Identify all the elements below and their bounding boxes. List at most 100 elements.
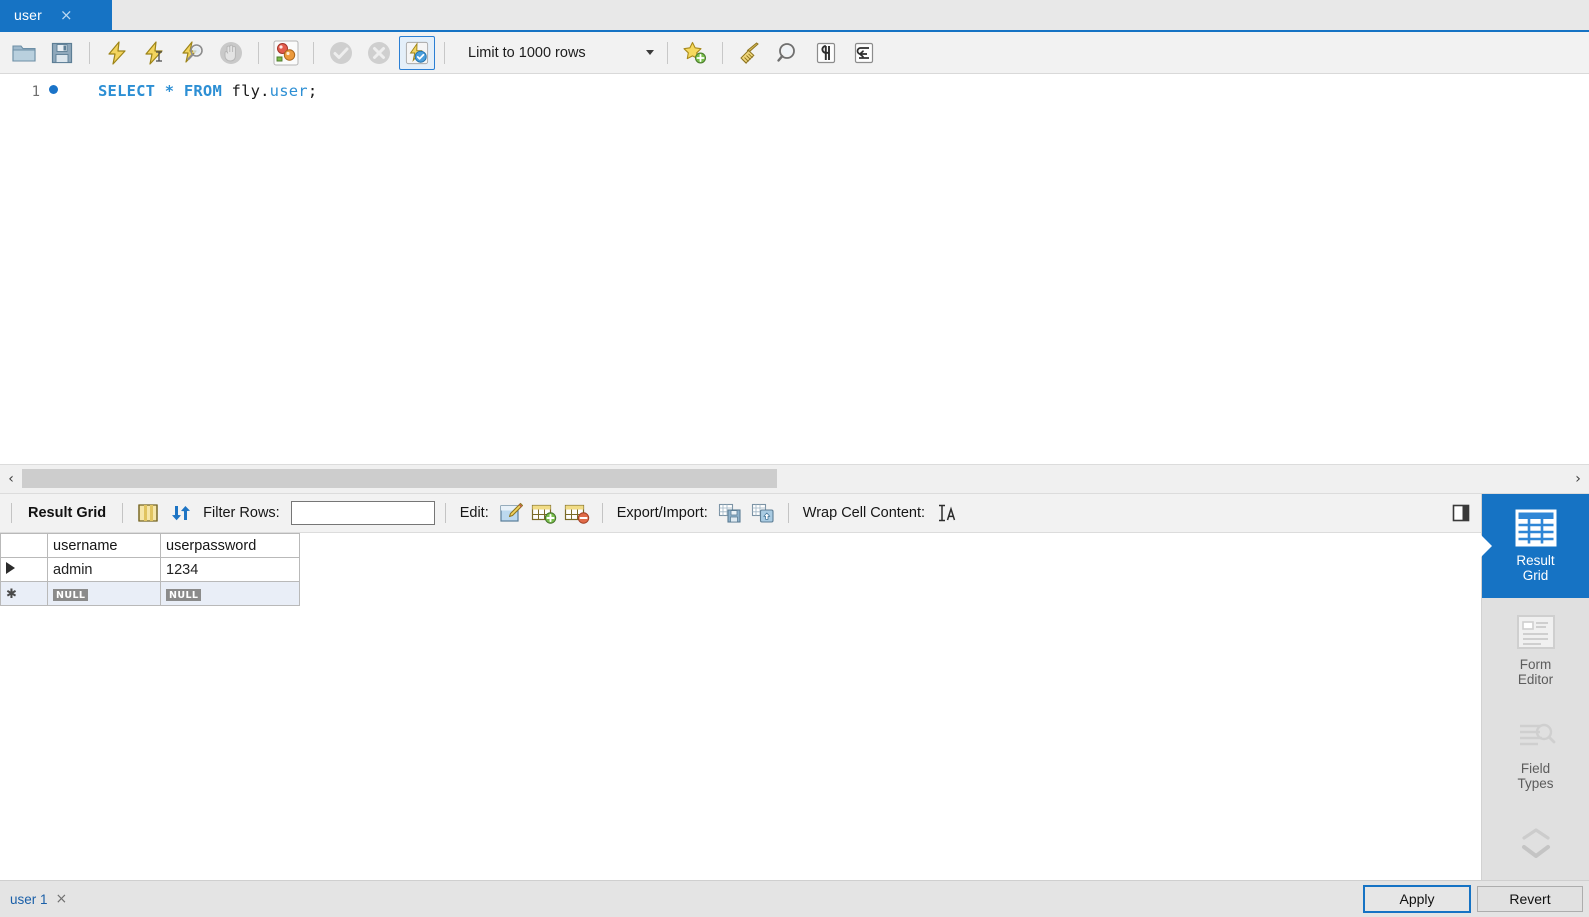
commit-button[interactable] <box>323 36 359 70</box>
result-grid-panel: Result Grid Filter Rows: Edit: Export/Im… <box>0 494 1481 880</box>
wrap-cell-icon <box>936 503 958 523</box>
beautify-query-button[interactable] <box>732 36 768 70</box>
result-grid-body[interactable]: username userpassword admin 1234 ✱ NULL <box>0 533 1481 880</box>
scrollbar-thumb[interactable] <box>22 469 777 488</box>
rollback-button[interactable] <box>361 36 397 70</box>
scroll-right-icon[interactable]: › <box>1567 472 1589 486</box>
toolbar-separator <box>444 41 445 64</box>
row-limit-dropdown[interactable]: Limit to 1000 rows <box>458 38 658 68</box>
table-row-placeholder[interactable]: ✱ NULL NULL <box>0 581 300 606</box>
save-sql-file-button[interactable] <box>44 36 80 70</box>
toggle-explain-button[interactable] <box>268 36 304 70</box>
cell-userpassword[interactable]: 1234 <box>160 557 300 582</box>
null-badge: NULL <box>53 588 89 601</box>
line-number: 1 <box>31 84 40 100</box>
table-row[interactable]: admin 1234 <box>0 557 300 582</box>
apply-button[interactable]: Apply <box>1363 885 1471 913</box>
result-footer: user 1 × Apply Revert <box>0 880 1589 917</box>
new-row-star-icon: ✱ <box>6 586 17 602</box>
toolbar-separator <box>787 503 789 523</box>
save-snippet-button[interactable] <box>677 36 713 70</box>
revert-button[interactable]: Revert <box>1477 886 1583 912</box>
table-header-row: username userpassword <box>0 533 300 558</box>
cell-username[interactable]: admin <box>47 557 161 582</box>
result-grid-icon <box>1515 509 1557 547</box>
magnifier-icon <box>776 41 800 65</box>
statement-dot-icon[interactable] <box>40 85 66 96</box>
sql-semicolon: ; <box>307 82 318 100</box>
lightning-cursor-icon <box>144 40 166 65</box>
stop-button[interactable] <box>213 36 249 70</box>
sidebar-item-field-types[interactable]: Field Types <box>1482 702 1589 806</box>
scroll-left-icon[interactable]: ‹ <box>0 472 22 486</box>
execute-current-statement-button[interactable] <box>137 36 173 70</box>
current-row-marker[interactable] <box>0 557 48 582</box>
find-button[interactable] <box>770 36 806 70</box>
toolbar-separator <box>11 503 12 523</box>
execute-statement-button[interactable] <box>99 36 135 70</box>
sidebar-item-form-editor[interactable]: Form Editor <box>1482 598 1589 702</box>
delete-row-button[interactable] <box>562 499 592 527</box>
null-badge: NULL <box>166 588 202 601</box>
export-recordset-button[interactable] <box>715 499 745 527</box>
insert-row-button[interactable] <box>529 499 559 527</box>
cell-userpassword-null[interactable]: NULL <box>160 581 300 606</box>
autocommit-toggle-button[interactable] <box>399 35 435 70</box>
chevron-down-icon[interactable] <box>1520 843 1552 859</box>
close-icon[interactable]: × <box>56 892 68 906</box>
sql-code-editor[interactable]: 1 SELECT * FROM fly.user; <box>0 74 1589 464</box>
form-editor-icon <box>1515 613 1557 651</box>
sql-toolbar: Limit to 1000 rows <box>0 32 1589 74</box>
sidebar-item-label: Result Grid <box>1516 552 1555 583</box>
close-icon[interactable]: × <box>60 7 73 23</box>
sidebar-scroll-controls[interactable] <box>1482 806 1589 880</box>
sql-star: * <box>164 82 175 100</box>
star-plus-icon <box>682 41 708 65</box>
editor-tab-user[interactable]: user × <box>0 0 112 30</box>
result-tab-user-1[interactable]: user 1 × <box>10 892 77 907</box>
sql-schema-name: fly. <box>231 82 270 100</box>
commit-check-icon <box>329 41 353 65</box>
wrap-lines-icon <box>852 41 876 65</box>
toolbar-separator <box>722 41 723 64</box>
sidebar-item-label: Form Editor <box>1517 656 1554 687</box>
row-delete-icon <box>564 502 590 524</box>
wrap-cell-content-button[interactable] <box>932 499 962 527</box>
result-table: username userpassword admin 1234 ✱ NULL <box>0 533 300 606</box>
scrollbar-track[interactable] <box>22 468 1567 490</box>
lightning-magnifier-icon <box>181 40 205 65</box>
chevron-down-icon[interactable] <box>646 50 654 55</box>
result-view-sidebar: Result Grid Form Editor Field Types <box>1481 494 1589 880</box>
wrap-lines-button[interactable] <box>846 36 882 70</box>
result-grid-toolbar: Result Grid Filter Rows: Edit: Export/Im… <box>0 494 1481 533</box>
refresh-button[interactable] <box>166 499 196 527</box>
filter-rows-input[interactable] <box>290 501 435 525</box>
new-row-marker[interactable]: ✱ <box>0 581 48 606</box>
cell-username-null[interactable]: NULL <box>47 581 161 606</box>
stop-hand-icon <box>219 41 243 65</box>
import-recordset-button[interactable] <box>748 499 778 527</box>
sql-statement-text: SELECT * FROM fly.user; <box>98 82 317 100</box>
lightning-icon <box>106 40 128 65</box>
explain-statement-button[interactable] <box>175 36 211 70</box>
toolbar-separator <box>601 503 603 523</box>
sidebar-toggle-button[interactable] <box>1445 499 1475 527</box>
invisible-chars-button[interactable] <box>808 36 844 70</box>
folder-icon <box>12 42 36 64</box>
open-sql-file-button[interactable] <box>6 36 42 70</box>
column-header-username[interactable]: username <box>47 533 161 558</box>
column-header-userpassword[interactable]: userpassword <box>160 533 300 558</box>
rollback-x-icon <box>367 41 391 65</box>
sidebar-item-result-grid[interactable]: Result Grid <box>1482 494 1589 598</box>
current-row-arrow-icon <box>6 561 15 574</box>
fetch-rows-button[interactable] <box>133 499 163 527</box>
editor-horizontal-scrollbar[interactable]: ‹ › <box>0 464 1589 493</box>
sql-editor-window: user × Limit to 1000 rows 1 SELECT * FRO… <box>0 0 1589 917</box>
filter-rows-label: Filter Rows: <box>203 505 280 521</box>
wrap-cell-content-label: Wrap Cell Content: <box>802 505 926 521</box>
toolbar-separator <box>667 41 668 64</box>
sql-keyword-select: SELECT <box>98 82 156 100</box>
chevron-up-icon[interactable] <box>1520 827 1552 841</box>
edit-cell-button[interactable] <box>496 499 526 527</box>
field-types-icon <box>1515 717 1557 755</box>
